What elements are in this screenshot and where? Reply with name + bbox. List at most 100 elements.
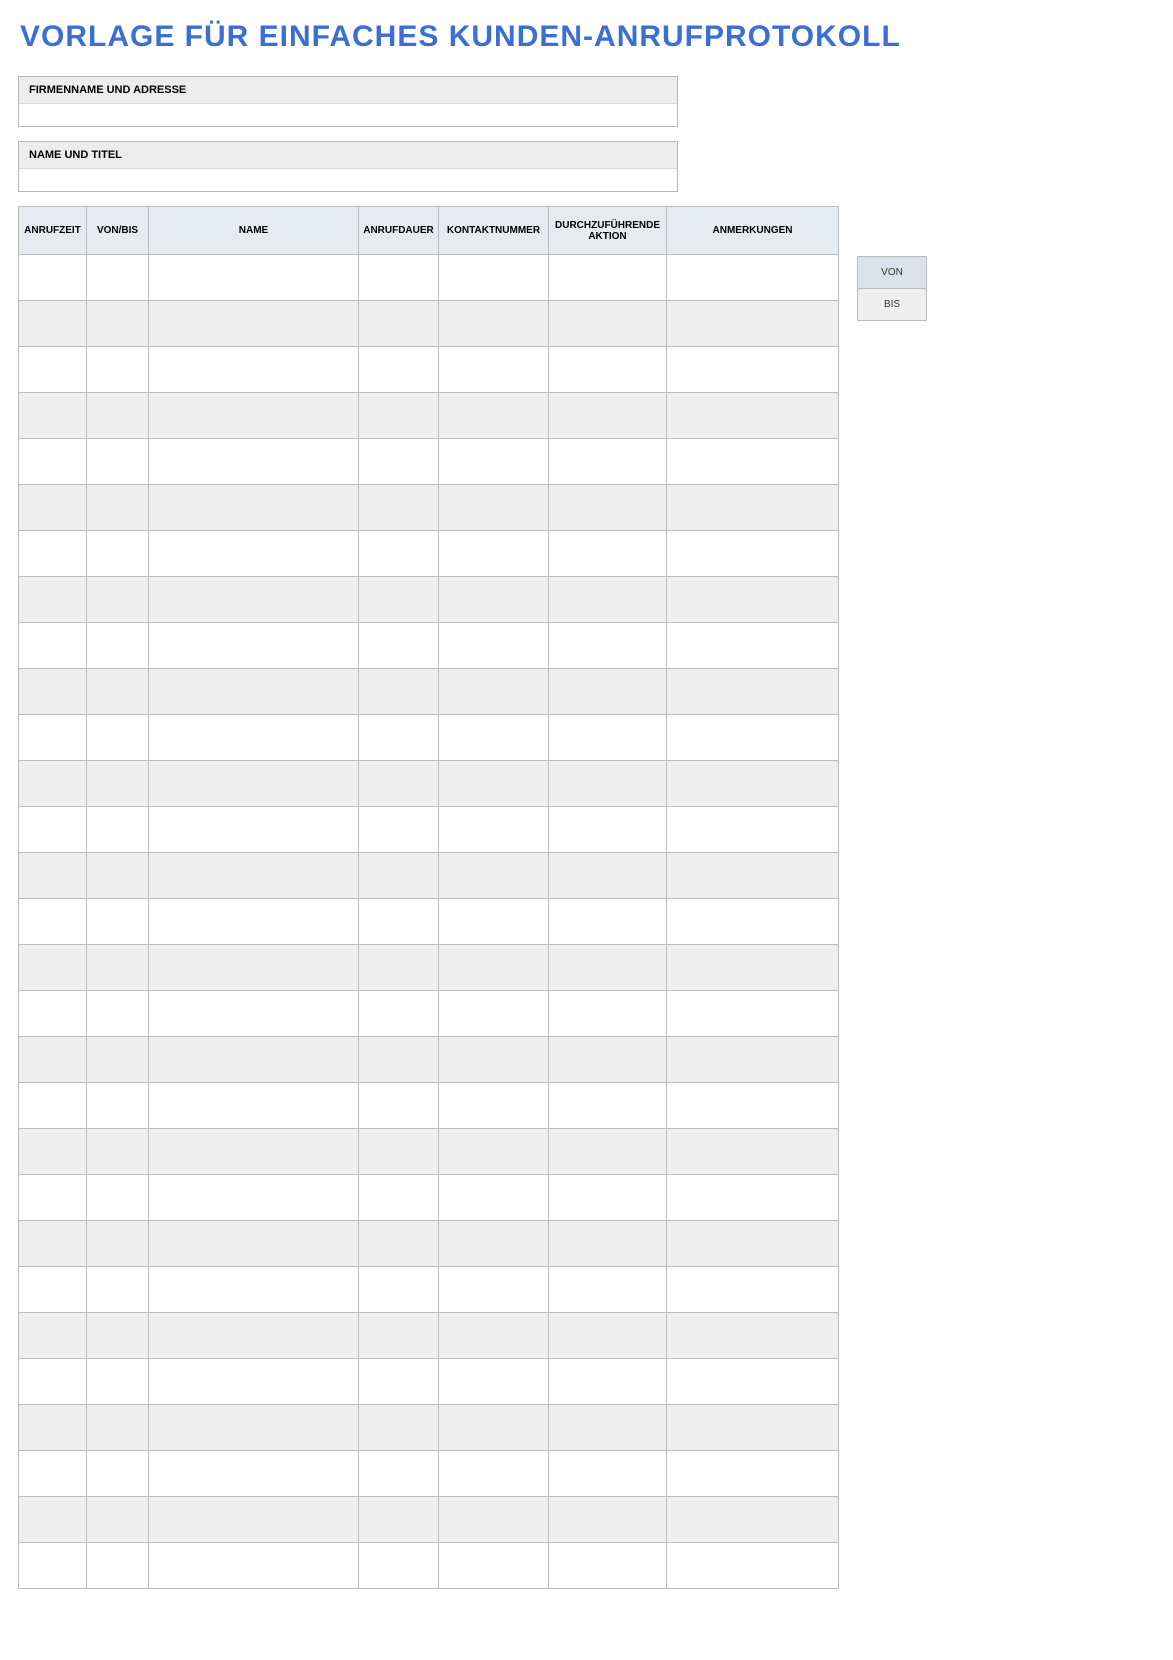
table-cell[interactable] xyxy=(667,899,839,945)
table-cell[interactable] xyxy=(87,485,149,531)
company-input[interactable] xyxy=(19,104,677,126)
table-cell[interactable] xyxy=(87,577,149,623)
table-cell[interactable] xyxy=(359,1497,439,1543)
table-cell[interactable] xyxy=(87,1175,149,1221)
table-cell[interactable] xyxy=(439,347,549,393)
table-cell[interactable] xyxy=(19,1405,87,1451)
table-cell[interactable] xyxy=(439,945,549,991)
table-cell[interactable] xyxy=(439,1221,549,1267)
table-cell[interactable] xyxy=(149,1267,359,1313)
table-cell[interactable] xyxy=(359,301,439,347)
table-cell[interactable] xyxy=(549,301,667,347)
table-cell[interactable] xyxy=(549,807,667,853)
table-cell[interactable] xyxy=(149,991,359,1037)
table-cell[interactable] xyxy=(19,623,87,669)
table-cell[interactable] xyxy=(359,761,439,807)
table-cell[interactable] xyxy=(439,1037,549,1083)
table-cell[interactable] xyxy=(87,301,149,347)
table-cell[interactable] xyxy=(19,1313,87,1359)
table-cell[interactable] xyxy=(439,1497,549,1543)
table-cell[interactable] xyxy=(549,853,667,899)
table-cell[interactable] xyxy=(359,1313,439,1359)
table-cell[interactable] xyxy=(439,1405,549,1451)
table-cell[interactable] xyxy=(19,1037,87,1083)
table-cell[interactable] xyxy=(87,1451,149,1497)
table-cell[interactable] xyxy=(549,1037,667,1083)
table-cell[interactable] xyxy=(359,439,439,485)
table-cell[interactable] xyxy=(19,531,87,577)
table-cell[interactable] xyxy=(549,1451,667,1497)
table-cell[interactable] xyxy=(549,1267,667,1313)
table-cell[interactable] xyxy=(19,1221,87,1267)
table-cell[interactable] xyxy=(359,393,439,439)
table-cell[interactable] xyxy=(87,1221,149,1267)
table-cell[interactable] xyxy=(19,807,87,853)
table-cell[interactable] xyxy=(149,715,359,761)
table-cell[interactable] xyxy=(359,347,439,393)
table-cell[interactable] xyxy=(549,255,667,301)
table-cell[interactable] xyxy=(19,1451,87,1497)
table-cell[interactable] xyxy=(87,899,149,945)
table-cell[interactable] xyxy=(439,393,549,439)
table-cell[interactable] xyxy=(149,347,359,393)
table-cell[interactable] xyxy=(549,1175,667,1221)
table-cell[interactable] xyxy=(149,1175,359,1221)
table-cell[interactable] xyxy=(87,1313,149,1359)
table-cell[interactable] xyxy=(19,1497,87,1543)
table-cell[interactable] xyxy=(149,945,359,991)
table-cell[interactable] xyxy=(19,393,87,439)
table-cell[interactable] xyxy=(149,669,359,715)
table-cell[interactable] xyxy=(87,853,149,899)
table-cell[interactable] xyxy=(19,1083,87,1129)
table-cell[interactable] xyxy=(667,577,839,623)
table-cell[interactable] xyxy=(549,761,667,807)
table-cell[interactable] xyxy=(87,669,149,715)
table-cell[interactable] xyxy=(549,1129,667,1175)
table-cell[interactable] xyxy=(87,1405,149,1451)
table-cell[interactable] xyxy=(439,1267,549,1313)
table-cell[interactable] xyxy=(149,623,359,669)
table-cell[interactable] xyxy=(439,1451,549,1497)
table-cell[interactable] xyxy=(549,577,667,623)
table-cell[interactable] xyxy=(667,991,839,1037)
table-cell[interactable] xyxy=(87,623,149,669)
table-cell[interactable] xyxy=(549,1543,667,1589)
table-cell[interactable] xyxy=(667,1451,839,1497)
table-cell[interactable] xyxy=(549,485,667,531)
table-cell[interactable] xyxy=(667,1359,839,1405)
table-cell[interactable] xyxy=(149,1083,359,1129)
table-cell[interactable] xyxy=(149,439,359,485)
table-cell[interactable] xyxy=(19,853,87,899)
table-cell[interactable] xyxy=(19,669,87,715)
table-cell[interactable] xyxy=(359,715,439,761)
table-cell[interactable] xyxy=(359,1129,439,1175)
table-cell[interactable] xyxy=(667,1497,839,1543)
table-cell[interactable] xyxy=(19,1543,87,1589)
table-cell[interactable] xyxy=(439,669,549,715)
table-cell[interactable] xyxy=(87,715,149,761)
table-cell[interactable] xyxy=(549,1221,667,1267)
table-cell[interactable] xyxy=(549,1359,667,1405)
table-cell[interactable] xyxy=(87,439,149,485)
table-cell[interactable] xyxy=(359,991,439,1037)
table-cell[interactable] xyxy=(359,1037,439,1083)
table-cell[interactable] xyxy=(549,1497,667,1543)
table-cell[interactable] xyxy=(149,853,359,899)
table-cell[interactable] xyxy=(359,1359,439,1405)
table-cell[interactable] xyxy=(439,991,549,1037)
table-cell[interactable] xyxy=(667,1313,839,1359)
table-cell[interactable] xyxy=(87,1267,149,1313)
table-cell[interactable] xyxy=(439,899,549,945)
table-cell[interactable] xyxy=(149,1129,359,1175)
table-cell[interactable] xyxy=(19,347,87,393)
table-cell[interactable] xyxy=(87,1543,149,1589)
table-cell[interactable] xyxy=(87,1037,149,1083)
table-cell[interactable] xyxy=(359,1405,439,1451)
table-cell[interactable] xyxy=(149,255,359,301)
table-cell[interactable] xyxy=(667,1405,839,1451)
table-cell[interactable] xyxy=(667,439,839,485)
table-cell[interactable] xyxy=(149,1037,359,1083)
table-cell[interactable] xyxy=(19,1129,87,1175)
table-cell[interactable] xyxy=(667,485,839,531)
table-cell[interactable] xyxy=(439,301,549,347)
